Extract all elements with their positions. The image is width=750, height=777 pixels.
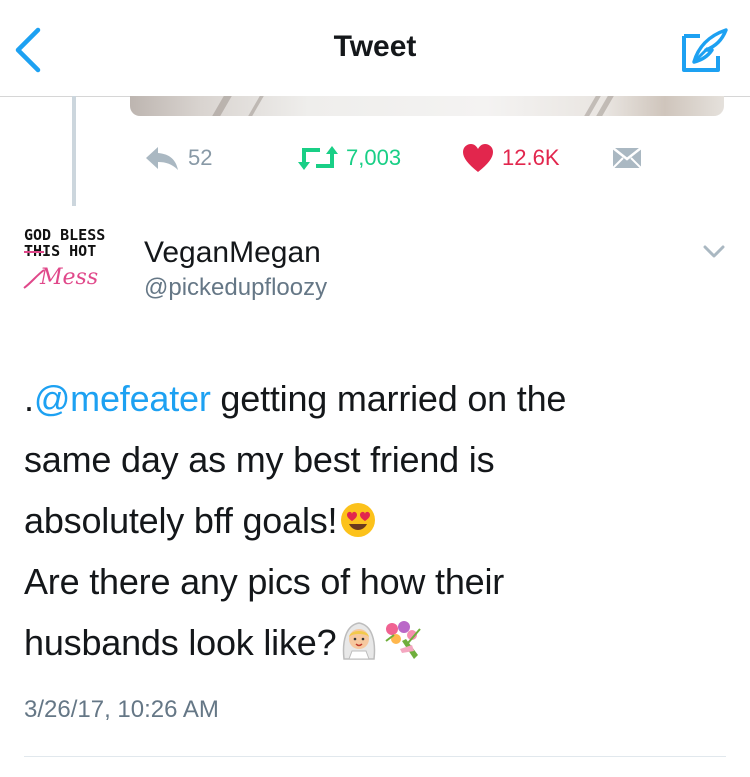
chevron-down-icon: [703, 245, 725, 258]
page-title: Tweet: [333, 30, 417, 63]
avatar-logo: GOD BLESS THIS HOT Mess: [23, 226, 105, 290]
heart-icon: [463, 144, 493, 172]
retweet-count: 7,003: [346, 145, 402, 170]
like-count: 12.6K: [502, 145, 560, 170]
text-segment: getting married on the: [210, 378, 567, 419]
divider: [24, 756, 726, 757]
reply-button[interactable]: 52: [144, 138, 212, 178]
tweet-text-line: .@mefeater getting married on the: [24, 368, 724, 429]
tweet-text-line: Are there any pics of how their: [24, 561, 505, 602]
retweet-icon: [298, 146, 338, 170]
envelope-icon: [612, 147, 642, 169]
bouquet-emoji: [385, 621, 422, 659]
retweet-button[interactable]: 7,003: [298, 138, 401, 178]
text-segment: husbands look like?: [24, 622, 337, 663]
bride-emoji: [343, 622, 376, 660]
display-name[interactable]: VeganMegan: [144, 236, 321, 270]
tweet-text-line: absolutely bff goals!: [24, 490, 724, 551]
previous-tweet-actions: 52 7,003 12.6K: [0, 138, 750, 178]
compose-tweet-icon: [682, 28, 728, 72]
tweet-text-line: husbands look like?: [24, 612, 724, 673]
like-button[interactable]: 12.6K: [462, 138, 560, 178]
svg-text:Mess: Mess: [39, 265, 98, 290]
text-prefix: .: [24, 378, 34, 419]
navigation-bar: Tweet: [0, 0, 750, 97]
tweet-text-line: same day as my best friend is: [24, 439, 495, 480]
heart-eyes-emoji: [341, 503, 376, 537]
tweet-timestamp: 3/26/17, 10:26 AM: [24, 696, 219, 723]
compose-tweet-button[interactable]: [676, 26, 730, 76]
reply-icon: [146, 147, 178, 170]
previous-tweet-media[interactable]: [130, 96, 724, 116]
tweet-options-button[interactable]: [702, 244, 726, 260]
user-handle[interactable]: @pickedupfloozy: [144, 274, 327, 302]
tweet-text: .@mefeater getting married on the same d…: [24, 368, 724, 673]
direct-message-button[interactable]: [612, 138, 642, 178]
reply-count: 52: [188, 145, 213, 170]
text-segment: absolutely bff goals!: [24, 500, 338, 541]
avatar[interactable]: GOD BLESS THIS HOT Mess: [22, 226, 118, 298]
mention-link[interactable]: @mefeater: [34, 378, 211, 419]
